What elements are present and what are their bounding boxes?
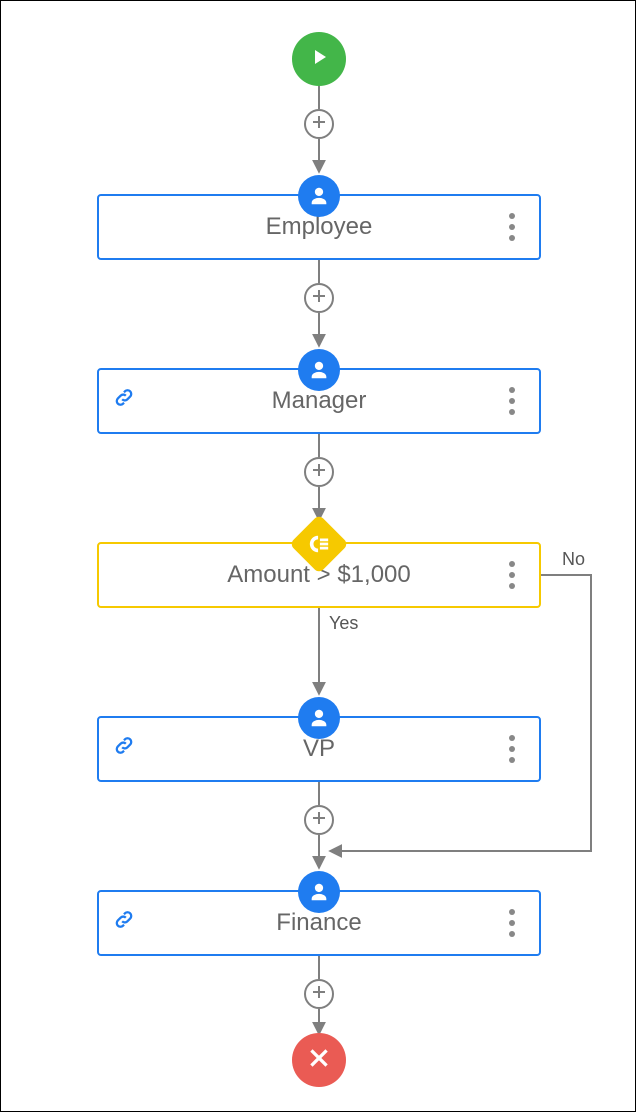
add-step-button[interactable]	[304, 109, 334, 139]
step-label: Manager	[272, 387, 367, 415]
user-icon	[298, 349, 340, 391]
user-icon	[298, 871, 340, 913]
user-icon	[298, 175, 340, 217]
step-label: Employee	[266, 213, 373, 241]
step-label: VP	[303, 735, 335, 763]
close-icon	[306, 1045, 332, 1076]
step-menu-button[interactable]	[503, 381, 521, 421]
step-employee[interactable]: Employee	[97, 194, 541, 260]
step-menu-button[interactable]	[503, 729, 521, 769]
play-icon	[307, 45, 331, 74]
step-vp[interactable]: VP	[97, 716, 541, 782]
plus-icon	[312, 115, 326, 134]
add-step-button[interactable]	[304, 283, 334, 313]
step-menu-button[interactable]	[503, 903, 521, 943]
start-node[interactable]	[292, 32, 346, 86]
plus-icon	[312, 811, 326, 830]
edge-label-yes: Yes	[329, 613, 358, 634]
step-manager[interactable]: Manager	[97, 368, 541, 434]
link-icon	[113, 387, 135, 416]
step-menu-button[interactable]	[503, 555, 521, 595]
plus-icon	[312, 289, 326, 308]
add-step-button[interactable]	[304, 979, 334, 1009]
step-decision[interactable]: Amount > $1,000	[97, 542, 541, 608]
add-step-button[interactable]	[304, 457, 334, 487]
workflow-canvas: Employee Manager Amount > $1,000	[0, 0, 636, 1112]
step-finance[interactable]: Finance	[97, 890, 541, 956]
link-icon	[113, 735, 135, 764]
step-menu-button[interactable]	[503, 207, 521, 247]
link-icon	[113, 909, 135, 938]
user-icon	[298, 697, 340, 739]
add-step-button[interactable]	[304, 805, 334, 835]
edge-label-no: No	[562, 549, 585, 570]
plus-icon	[312, 985, 326, 1004]
step-label: Finance	[276, 909, 361, 937]
end-node[interactable]	[292, 1033, 346, 1087]
plus-icon	[312, 463, 326, 482]
